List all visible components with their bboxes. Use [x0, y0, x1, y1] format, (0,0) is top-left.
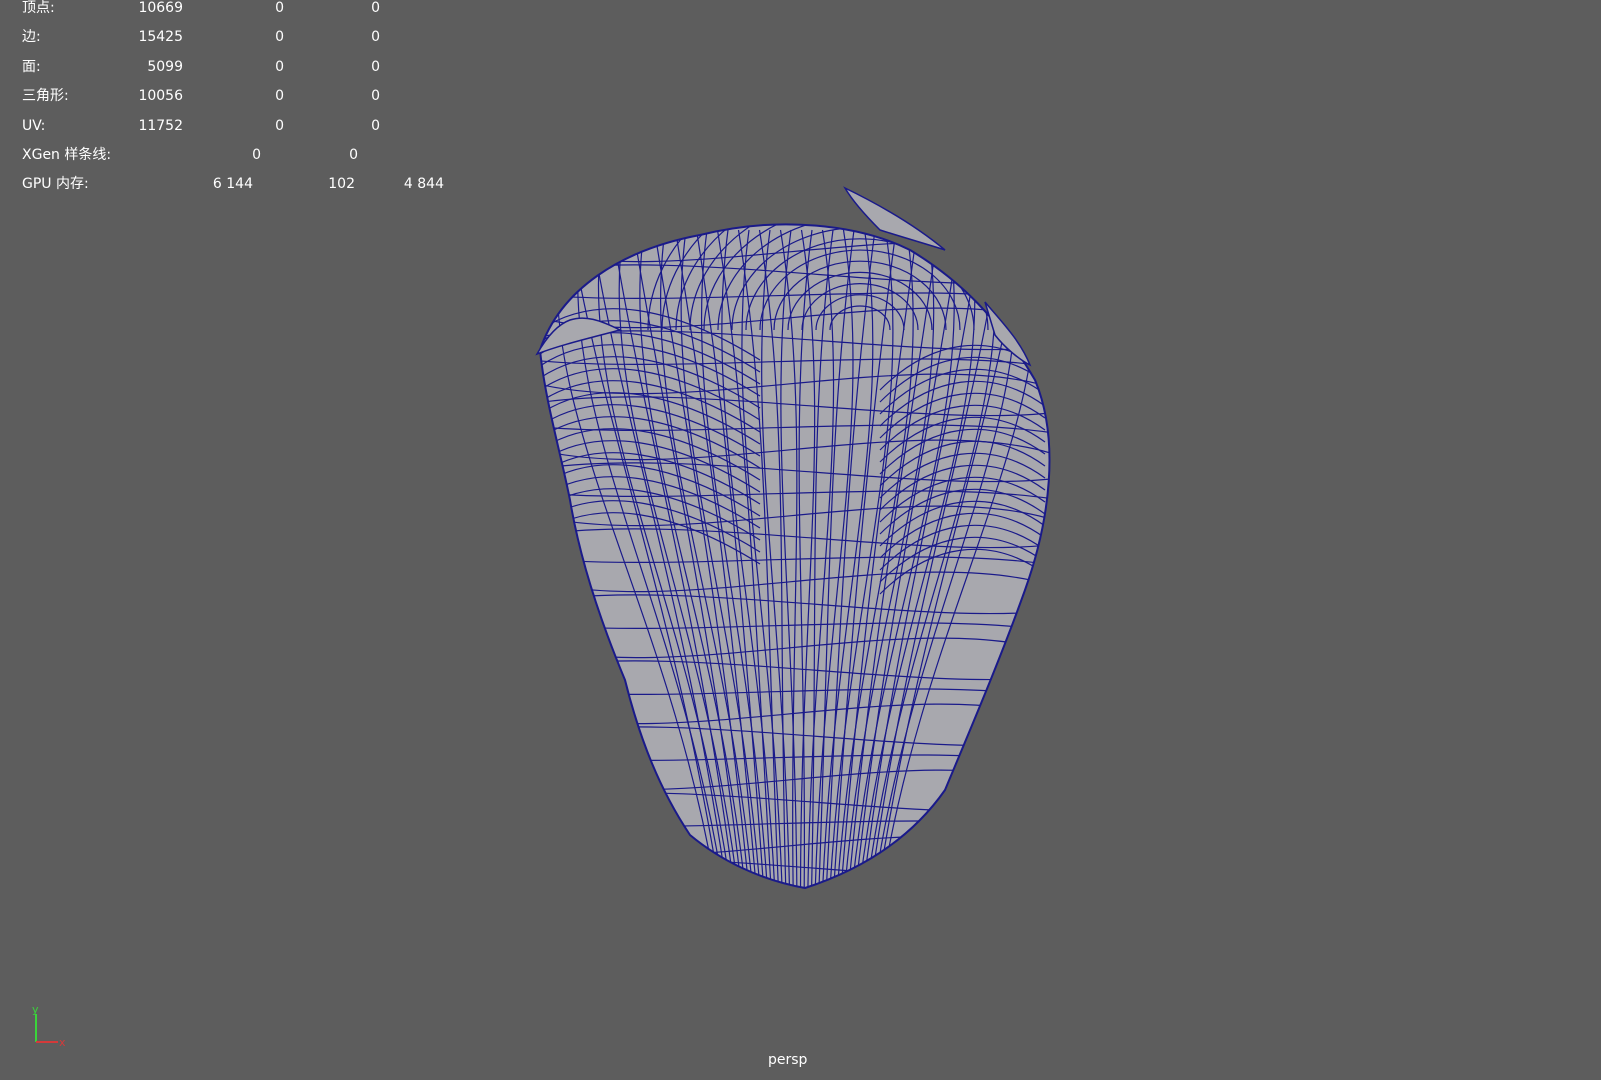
wire-loop — [540, 886, 1050, 889]
hud-row-vertices: 顶点: 10669 0 0 — [22, 0, 482, 29]
axis-gizmo: y x — [32, 1004, 66, 1049]
camera-name-label: persp — [768, 1052, 808, 1068]
hud-label: 边: — [22, 29, 41, 46]
hud-label: UV: — [22, 117, 46, 134]
axis-x-label: x — [59, 1036, 66, 1049]
hud-row-triangles: 三角形: 10056 0 0 — [22, 88, 482, 117]
hud-value: 10669 — [138, 0, 183, 16]
hud-label: 三角形: — [22, 88, 69, 105]
hud-value: 0 — [371, 58, 380, 75]
heads-up-display: 顶点: 10669 0 0 边: 15425 0 0 面: 5099 0 0 三… — [22, 0, 482, 206]
hud-row-gpu-memory: GPU 内存: 6 144 102 4 844 — [22, 176, 482, 205]
hud-value: 10056 — [138, 88, 183, 105]
hud-value: 5099 — [147, 58, 183, 75]
hud-value: 0 — [275, 117, 284, 134]
hud-label: 顶点: — [22, 0, 55, 16]
axis-y-label: y — [32, 1004, 39, 1016]
hud-value: 0 — [371, 29, 380, 46]
hud-value: 0 — [349, 146, 358, 163]
hud-value: 0 — [275, 0, 284, 16]
hud-value: 0 — [371, 0, 380, 16]
hud-value: 6 144 — [212, 176, 253, 193]
hud-row-edges: 边: 15425 0 0 — [22, 29, 482, 58]
hud-value: 0 — [252, 146, 261, 163]
hud-value: 0 — [371, 117, 380, 134]
hud-value: 102 — [328, 176, 355, 193]
maya-viewport[interactable]: 顶点: 10669 0 0 边: 15425 0 0 面: 5099 0 0 三… — [0, 0, 1601, 1080]
hud-row-faces: 面: 5099 0 0 — [22, 59, 482, 88]
hud-value: 0 — [275, 29, 284, 46]
hud-label: 面: — [22, 58, 41, 75]
hud-label: XGen 样条线: — [22, 146, 112, 163]
hud-value: 0 — [275, 58, 284, 75]
hud-value: 0 — [371, 88, 380, 105]
hud-value: 4 844 — [403, 176, 444, 193]
hud-value: 11752 — [138, 117, 183, 134]
hud-value: 0 — [275, 88, 284, 105]
hud-label: GPU 内存: — [22, 176, 89, 193]
hud-value: 15425 — [138, 29, 183, 46]
